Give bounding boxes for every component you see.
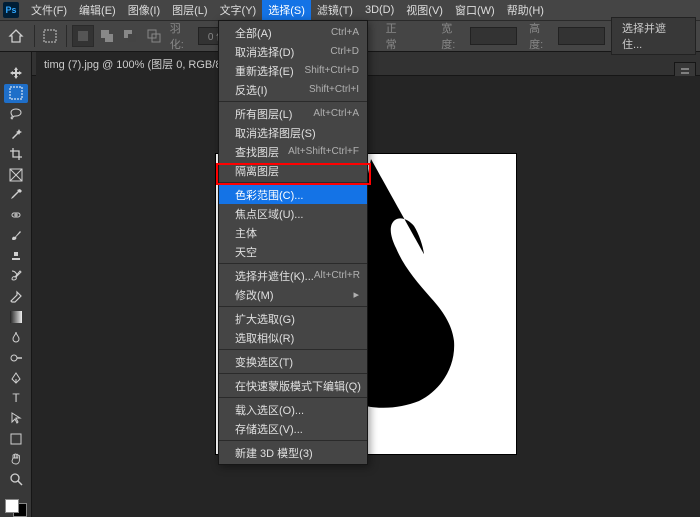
menu-help[interactable]: 帮助(H) [501,0,550,21]
menu-item-new-3d[interactable]: 新建 3D 模型(3) [219,443,367,462]
menu-item-load-selection[interactable]: 载入选区(O)... [219,400,367,419]
lasso-tool-icon[interactable] [4,105,28,123]
stamp-tool-icon[interactable] [4,247,28,265]
path-select-tool-icon[interactable] [4,409,28,427]
menu-view[interactable]: 视图(V) [400,0,449,21]
height-input[interactable] [558,27,605,45]
menu-layer[interactable]: 图层(L) [166,0,213,21]
menu-item-all-layers[interactable]: 所有图层(L)Alt+Ctrl+A [219,104,367,123]
menu-item-focus-area[interactable]: 焦点区域(U)... [219,204,367,223]
menu-window[interactable]: 窗口(W) [449,0,501,21]
menu-item-save-selection[interactable]: 存储选区(V)... [219,419,367,438]
brush-tool-icon[interactable] [4,227,28,245]
menu-bar: Ps 文件(F) 编辑(E) 图像(I) 图层(L) 文字(Y) 选择(S) 滤… [0,0,700,20]
app-logo: Ps [3,2,19,18]
menu-item-grow[interactable]: 扩大选取(G) [219,309,367,328]
menu-item-modify[interactable]: 修改(M)▸ [219,285,367,304]
tool-bar: T [0,52,32,517]
feather-label: 羽化: [170,20,195,52]
history-brush-tool-icon[interactable] [4,267,28,285]
width-input[interactable] [470,27,517,45]
menu-item-inverse[interactable]: 反选(I)Shift+Ctrl+I [219,80,367,99]
eyedropper-tool-icon[interactable] [4,186,28,204]
menu-filter[interactable]: 滤镜(T) [311,0,359,21]
menu-item-deselect[interactable]: 取消选择(D)Ctrl+D [219,42,367,61]
menu-item-quick-mask[interactable]: 在快速蒙版模式下编辑(Q) [219,376,367,395]
menu-type[interactable]: 文字(Y) [214,0,263,21]
healing-tool-icon[interactable] [4,206,28,224]
pen-tool-icon[interactable] [4,369,28,387]
width-label: 宽度: [441,20,466,52]
menu-item-isolate-layers[interactable]: 隔离图层 [219,161,367,180]
height-label: 高度: [529,20,554,52]
menu-3d[interactable]: 3D(D) [359,1,400,19]
type-tool-icon[interactable]: T [4,389,28,407]
select-and-mask-button[interactable]: 选择并遮住... [611,17,696,55]
svg-text:T: T [12,391,20,405]
menu-edit[interactable]: 编辑(E) [73,0,122,21]
menu-image[interactable]: 图像(I) [122,0,166,21]
menu-item-similar[interactable]: 选取相似(R) [219,328,367,347]
hand-tool-icon[interactable] [4,450,28,468]
move-tool-icon[interactable] [4,64,28,82]
subtract-selection-icon[interactable] [119,25,141,47]
blur-tool-icon[interactable] [4,328,28,346]
zoom-tool-icon[interactable] [4,470,28,488]
select-menu-dropdown: 全部(A)Ctrl+A 取消选择(D)Ctrl+D 重新选择(E)Shift+C… [218,20,368,465]
menu-item-transform-selection[interactable]: 变换选区(T) [219,352,367,371]
gradient-tool-icon[interactable] [4,308,28,326]
crop-tool-icon[interactable] [4,145,28,163]
home-icon[interactable] [4,24,28,48]
marquee-tool-icon[interactable] [40,25,62,47]
shape-tool-icon[interactable] [4,430,28,448]
mode-select[interactable]: 正常 [386,20,408,52]
menu-item-all[interactable]: 全部(A)Ctrl+A [219,23,367,42]
marquee-tool-icon[interactable] [4,84,28,102]
menu-file[interactable]: 文件(F) [25,0,73,21]
menu-item-color-range[interactable]: 色彩范围(C)... [219,185,367,204]
menu-item-find-layers[interactable]: 查找图层Alt+Shift+Ctrl+F [219,142,367,161]
menu-item-subject[interactable]: 主体 [219,223,367,242]
dodge-tool-icon[interactable] [4,348,28,366]
menu-select[interactable]: 选择(S) [262,0,311,21]
menu-item-reselect[interactable]: 重新选择(E)Shift+Ctrl+D [219,61,367,80]
menu-item-sky[interactable]: 天空 [219,242,367,261]
frame-tool-icon[interactable] [4,166,28,184]
new-selection-icon[interactable] [72,25,94,47]
color-swatches[interactable] [5,499,27,517]
chevron-right-icon: ▸ [353,288,359,301]
intersect-selection-icon[interactable] [143,25,165,47]
menu-item-deselect-layers[interactable]: 取消选择图层(S) [219,123,367,142]
document-tab-title: timg (7).jpg @ 100% (图层 0, RGB/8) * [44,56,232,72]
eraser-tool-icon[interactable] [4,287,28,305]
add-selection-icon[interactable] [96,25,118,47]
menu-item-select-and-mask[interactable]: 选择并遮住(K)...Alt+Ctrl+R [219,266,367,285]
wand-tool-icon[interactable] [4,125,28,143]
